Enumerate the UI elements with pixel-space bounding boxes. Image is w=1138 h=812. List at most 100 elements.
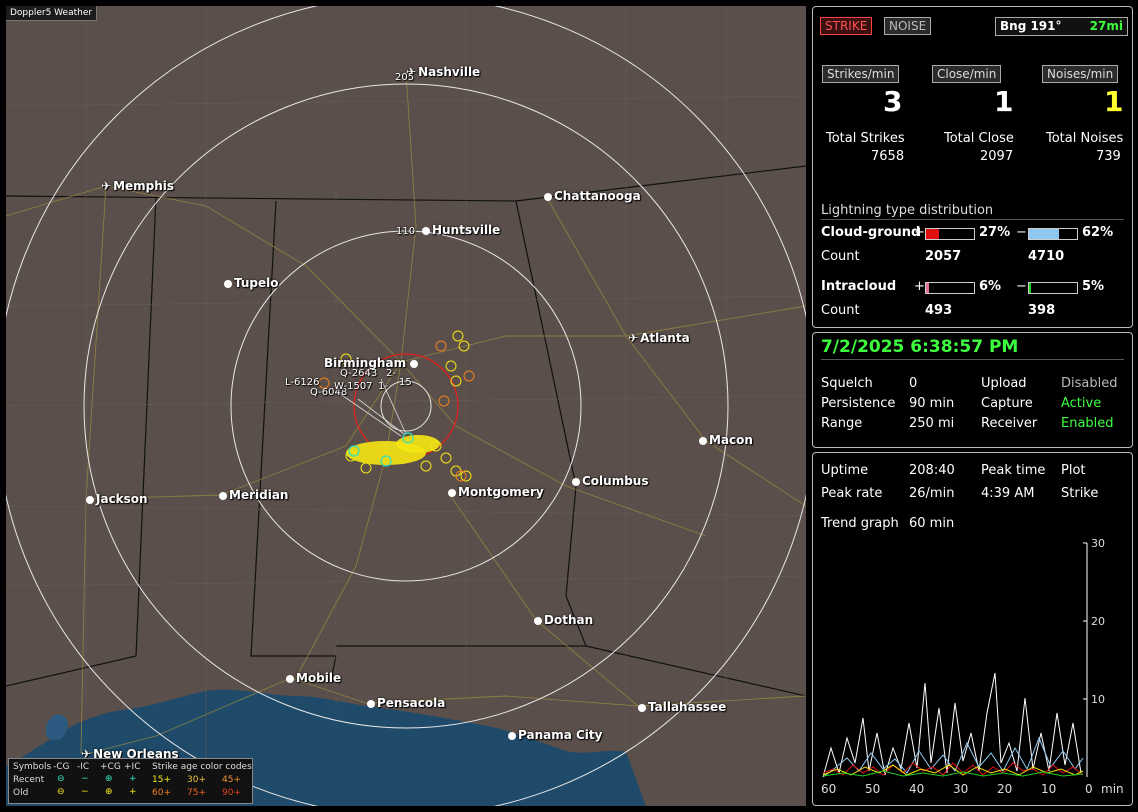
airport-icon: ✈: [101, 179, 112, 193]
plot-label: Plot: [1061, 463, 1086, 478]
settings-panel: 7/2/2025 6:38:57 PM Squelch 0 Upload Dis…: [812, 332, 1133, 448]
range-value: 250 mi: [909, 416, 955, 431]
city-dot-icon: [410, 359, 419, 368]
uptime-label: Uptime: [821, 463, 869, 478]
x-tick-60: 60: [821, 782, 836, 796]
total-close-label: Total Close: [944, 131, 1014, 146]
x-tick-0: 0: [1085, 782, 1093, 796]
city-dot-icon: [367, 699, 375, 708]
close-min-value: 1: [994, 85, 1014, 118]
city-memphis: ✈ Memphis: [101, 179, 174, 193]
city-huntsville: Huntsville: [422, 223, 500, 237]
divider: [821, 219, 1124, 220]
squelch-value: 0: [909, 376, 918, 391]
cg-positive-count: 2057: [925, 249, 962, 264]
recent-ic-minus-icon: −: [81, 774, 89, 784]
total-strikes-value: 7658: [871, 149, 905, 164]
upload-value: Disabled: [1061, 376, 1118, 391]
city-name: Macon: [709, 433, 753, 447]
legend-recent-label: Recent: [13, 775, 45, 785]
legend-ic-minus: -IC: [77, 762, 90, 772]
airport-icon: ✈: [628, 331, 639, 345]
cg-negative-pct: 62%: [1082, 225, 1114, 240]
city-dothan: Dothan: [534, 613, 593, 627]
window-title: Doppler5 Weather: [6, 6, 98, 21]
legend-age-codes: Strike age color codes: [152, 762, 252, 772]
legend-old-label: Old: [13, 788, 29, 798]
age-30: 30+: [187, 775, 206, 785]
city-atlanta: ✈ Atlanta: [628, 331, 690, 345]
strike-button[interactable]: STRIKE: [820, 17, 873, 35]
cg-negative-bar: [1028, 228, 1078, 240]
ic-minus-sign: −: [1016, 279, 1027, 294]
cg-count-label: Count: [821, 249, 860, 264]
persistence-value: 90 min: [909, 396, 955, 411]
recent-cg-minus-icon: ⊖: [57, 774, 65, 784]
range-label-110: 110: [396, 226, 416, 237]
noise-button[interactable]: NOISE: [884, 17, 932, 35]
city-pensacola: Pensacola: [367, 696, 445, 710]
cg-minus-sign: −: [1016, 225, 1027, 240]
cg-negative-fill: [1029, 229, 1059, 239]
city-dot-icon: [534, 616, 542, 625]
trend-panel: Uptime 208:40 Peak time Plot Peak rate 2…: [812, 452, 1133, 806]
y-tick-10: 10: [1091, 693, 1105, 706]
peak-rate-value: 26/min: [909, 486, 955, 501]
cg-positive-pct: 27%: [979, 225, 1011, 240]
intracloud-label: Intracloud: [821, 279, 897, 294]
city-dot-icon: [86, 495, 94, 504]
city-chattanooga: Chattanooga: [544, 189, 641, 203]
city-dot-icon: [219, 491, 227, 500]
city-columbus: Columbus: [572, 474, 649, 488]
legend-cg-minus: -CG: [53, 762, 70, 772]
bearing-display: Bng 191° 27mi: [995, 17, 1128, 36]
ic-count-label: Count: [821, 303, 860, 318]
total-close-value: 2097: [980, 149, 1014, 164]
city-dot-icon: [224, 279, 232, 288]
strike-label: 1-: [378, 381, 388, 392]
x-tick-20: 20: [997, 782, 1012, 796]
radar-map[interactable]: Doppler5 Weather ✈ Nashville ✈ Memphis Chatt…: [6, 6, 806, 806]
cg-plus-sign: +: [914, 225, 925, 240]
y-tick-20: 20: [1091, 615, 1105, 628]
city-dot-icon: [508, 731, 516, 740]
cloud-ground-label: Cloud-ground: [821, 225, 921, 240]
city-tupelo: Tupelo: [224, 276, 279, 290]
legend-ic-plus: +IC: [124, 762, 141, 772]
city-tallahassee: Tallahassee: [638, 700, 726, 714]
persistence-label: Persistence: [821, 396, 896, 411]
divider: [821, 359, 1124, 360]
city-name: Chattanooga: [554, 189, 641, 203]
age-45: 45+: [222, 775, 241, 785]
city-name: Nashville: [418, 65, 481, 79]
strikes-min-value: 3: [883, 85, 903, 118]
old-ic-plus-icon: +: [129, 787, 137, 797]
x-tick-40: 40: [909, 782, 924, 796]
city-dot-icon: [448, 488, 456, 497]
range-label-15: 15: [399, 377, 412, 388]
y-tick-30: 30: [1091, 537, 1105, 550]
cg-negative-count: 4710: [1028, 249, 1065, 264]
x-tick-30: 30: [953, 782, 968, 796]
recent-cg-plus-icon: ⊕: [105, 774, 113, 784]
total-strikes-label: Total Strikes: [826, 131, 905, 146]
map-layer: [6, 6, 806, 806]
trend-graph-value: 60 min: [909, 516, 955, 531]
capture-value: Active: [1061, 396, 1102, 411]
plot-value[interactable]: Strike: [1061, 486, 1098, 501]
recent-ic-plus-icon: +: [129, 774, 137, 784]
close-min-button[interactable]: Close/min: [932, 65, 1002, 83]
city-dot-icon: [572, 477, 580, 486]
city-name: Columbus: [582, 474, 649, 488]
city-meridian: Meridian: [219, 488, 288, 502]
age-15: 15+: [152, 775, 171, 785]
strikes-min-button[interactable]: Strikes/min: [822, 65, 900, 83]
ic-positive-fill: [926, 283, 929, 293]
uptime-value: 208:40: [909, 463, 955, 478]
bearing-value: Bng 191°: [1000, 19, 1062, 33]
noises-min-button[interactable]: Noises/min: [1042, 65, 1119, 83]
legend-symbols-label: Symbols: [13, 762, 52, 772]
x-tick-50: 50: [865, 782, 880, 796]
symbol-legend: Symbols -CG -IC +CG +IC Strike age color…: [8, 758, 253, 804]
city-macon: Macon: [699, 433, 753, 447]
